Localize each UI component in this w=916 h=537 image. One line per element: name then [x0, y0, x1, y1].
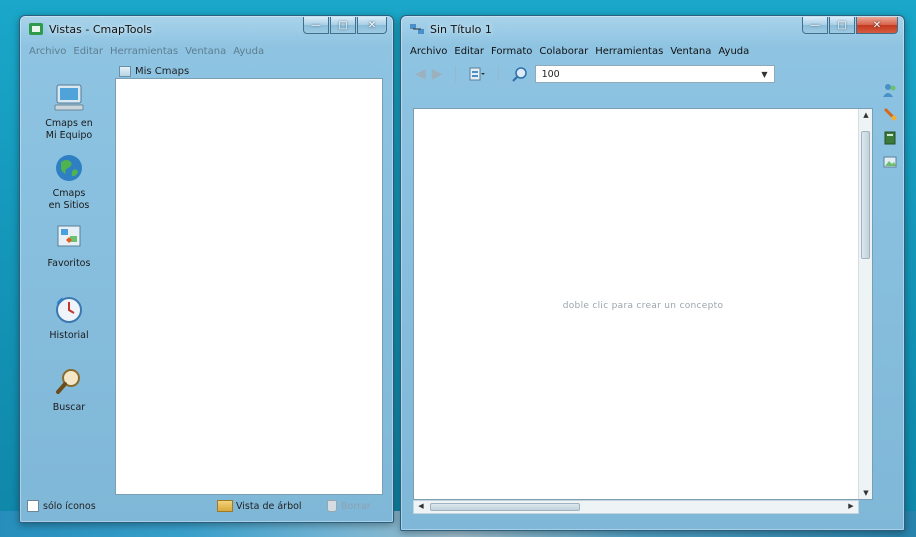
vistas-caption-buttons: — □ ✕	[303, 17, 387, 34]
nav-label-sitios: Cmaps en Sitios	[48, 188, 90, 211]
menu-archivo[interactable]: Archivo	[410, 46, 447, 57]
notebook-icon[interactable]	[882, 130, 898, 146]
minimize-icon: —	[311, 19, 321, 31]
vistas-nav-panel: Cmaps en Mi Equipo Cmaps en Sitios Favor…	[27, 62, 111, 502]
maximize-button[interactable]: □	[829, 17, 855, 34]
globe-icon	[52, 152, 86, 184]
map-side-toolbar	[880, 82, 900, 170]
nav-item-cmaps-en-sitios[interactable]: Cmaps en Sitios	[30, 152, 108, 212]
people-icon[interactable]	[882, 82, 898, 98]
toolbar-separator	[454, 66, 456, 82]
computer-icon	[52, 82, 86, 114]
folder-icon	[119, 65, 131, 77]
map-window-title: Sin Título 1	[430, 22, 492, 36]
menu-herramientas[interactable]: Herramientas	[595, 46, 663, 57]
vertical-scroll-thumb[interactable]	[861, 131, 870, 259]
mis-cmaps-label: Mis Cmaps	[135, 65, 190, 77]
zoom-level-value: 100	[541, 68, 560, 80]
styles-brush-icon[interactable]	[882, 106, 898, 122]
menu-herramientas[interactable]: Herramientas	[110, 46, 178, 57]
vistas-window-title: Vistas - CmapTools	[49, 22, 153, 36]
vistas-window: Vistas - CmapTools — □ ✕ Archivo Editar …	[19, 15, 394, 523]
nav-item-favoritos[interactable]: Favoritos	[30, 222, 108, 270]
favorites-icon	[52, 222, 86, 254]
map-caption-buttons: — □ ✕	[802, 17, 898, 34]
layout-menu-icon[interactable]	[468, 66, 486, 82]
vistas-titlebar[interactable]: Vistas - CmapTools — □ ✕	[20, 16, 393, 42]
concept-map-canvas[interactable]: doble clic para crear un concepto ▲ ▼	[413, 108, 873, 500]
nav-label-buscar: Buscar	[52, 402, 86, 413]
zoom-icon	[511, 66, 529, 82]
cmaps-file-list[interactable]	[115, 78, 383, 495]
tree-view-label: Vista de árbol	[236, 500, 302, 512]
delete-label: Borrar	[341, 500, 371, 512]
menu-archivo[interactable]: Archivo	[29, 46, 66, 57]
close-icon: ✕	[872, 19, 882, 31]
menu-ayuda[interactable]: Ayuda	[233, 46, 264, 57]
maximize-icon: □	[338, 19, 348, 31]
nav-item-buscar[interactable]: Buscar	[30, 366, 108, 414]
vertical-scrollbar[interactable]: ▲ ▼	[858, 109, 872, 499]
menu-editar[interactable]: Editar	[454, 46, 484, 57]
nav-item-cmaps-en-mi-equipo[interactable]: Cmaps en Mi Equipo	[30, 82, 108, 142]
history-clock-icon	[52, 294, 86, 326]
trash-icon	[327, 500, 337, 512]
map-window: Sin Título 1 — □ ✕ Archivo Editar Format…	[400, 15, 905, 531]
minimize-button[interactable]: —	[802, 17, 828, 34]
icons-only-checkbox[interactable]	[27, 500, 39, 512]
horizontal-scrollbar[interactable]: ◀ ▶	[413, 500, 859, 514]
minimize-button[interactable]: —	[303, 17, 329, 34]
map-toolbar: ◀ ▶ 100 ▼	[409, 62, 896, 86]
menu-ayuda[interactable]: Ayuda	[718, 46, 749, 57]
cmap-document-icon	[409, 21, 425, 37]
image-map-icon[interactable]	[882, 154, 898, 170]
nav-label-historial: Historial	[49, 330, 89, 341]
maximize-icon: □	[837, 19, 847, 31]
close-button[interactable]: ✕	[856, 17, 898, 34]
vistas-bottom-bar: sólo íconos Vista de árbol Borrar	[27, 494, 386, 518]
close-button[interactable]: ✕	[357, 17, 387, 34]
map-menubar: Archivo Editar Formato Colaborar Herrami…	[407, 43, 898, 59]
scroll-right-icon[interactable]: ▶	[844, 502, 858, 510]
magnifier-icon	[52, 366, 86, 398]
scroll-down-icon[interactable]: ▼	[859, 489, 873, 497]
zoom-level-select[interactable]: 100 ▼	[534, 65, 775, 83]
forward-arrow-icon[interactable]: ▶	[432, 66, 443, 82]
tree-view-button[interactable]: Vista de árbol	[217, 500, 302, 512]
chevron-down-icon: ▼	[761, 69, 768, 79]
menu-colaborar[interactable]: Colaborar	[539, 46, 588, 57]
nav-label-favoritos: Favoritos	[47, 258, 91, 269]
nav-item-historial[interactable]: Historial	[30, 294, 108, 342]
toolbar-separator	[497, 66, 499, 82]
back-arrow-icon[interactable]: ◀	[415, 66, 426, 82]
menu-editar[interactable]: Editar	[73, 46, 103, 57]
menu-ventana[interactable]: Ventana	[670, 46, 711, 57]
menu-ventana[interactable]: Ventana	[185, 46, 226, 57]
tree-view-icon	[217, 500, 233, 512]
map-titlebar[interactable]: Sin Título 1 — □ ✕	[401, 16, 904, 42]
nav-label-mi-equipo: Cmaps en Mi Equipo	[45, 118, 93, 141]
horizontal-scroll-thumb[interactable]	[430, 503, 580, 511]
maximize-button[interactable]: □	[330, 17, 356, 34]
vistas-menubar: Archivo Editar Herramientas Ventana Ayud…	[26, 43, 387, 59]
close-icon: ✕	[367, 19, 377, 31]
scroll-left-icon[interactable]: ◀	[414, 502, 428, 510]
scroll-up-icon[interactable]: ▲	[859, 111, 873, 119]
canvas-hint-text: doble clic para crear un concepto	[562, 301, 724, 311]
cmaptools-app-icon	[28, 21, 44, 37]
delete-button[interactable]: Borrar	[327, 500, 371, 512]
icons-only-label: sólo íconos	[43, 500, 96, 512]
menu-formato[interactable]: Formato	[491, 46, 532, 57]
minimize-icon: —	[810, 19, 820, 31]
